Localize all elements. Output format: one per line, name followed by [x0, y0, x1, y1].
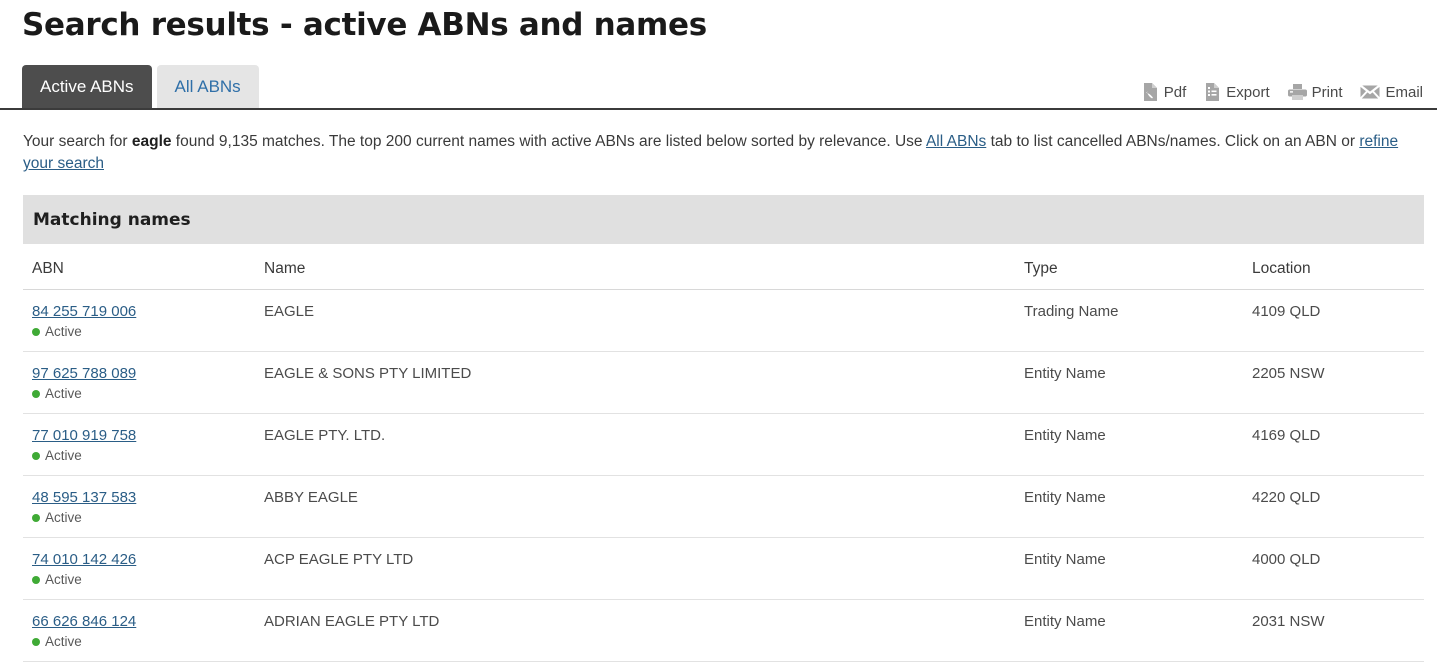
summary-text-2: found 9,135 matches. The top 200 current…	[171, 133, 926, 150]
cell-location: 4109 QLD	[1252, 289, 1424, 352]
cell-name: ACP EAGLE PTY LTD	[264, 537, 1024, 600]
status-badge: Active	[32, 324, 264, 339]
results-table: ABN Name Type Location 84 255 719 006 Ac…	[23, 244, 1424, 662]
cell-type: Entity Name	[1024, 413, 1252, 476]
cell-type: Trading Name	[1024, 289, 1252, 352]
cell-type: Entity Name	[1024, 599, 1252, 662]
export-button[interactable]: Export	[1204, 83, 1270, 101]
status-badge: Active	[32, 386, 264, 401]
tab-all-abns[interactable]: All ABNs	[156, 65, 259, 108]
tab-bar: Active ABNs All ABNs Pdf Export Print Em…	[0, 63, 1437, 110]
status-badge: Active	[32, 572, 264, 587]
results-panel-header: Matching names	[23, 195, 1424, 244]
export-toolbar: Pdf Export Print Email	[1142, 83, 1423, 101]
email-icon	[1360, 84, 1381, 100]
tab-active-abns[interactable]: Active ABNs	[22, 65, 152, 108]
table-row: 97 625 788 089 Active EAGLE & SONS PTY L…	[23, 351, 1424, 414]
status-label: Active	[45, 572, 82, 587]
status-dot-icon	[32, 451, 40, 460]
cell-abn: 66 626 846 124 Active	[23, 599, 264, 662]
cell-name: ADRIAN EAGLE PTY LTD	[264, 599, 1024, 662]
cell-abn: 97 625 788 089 Active	[23, 351, 264, 414]
column-header-location: Location	[1252, 244, 1424, 290]
search-results-page: Search results - active ABNs and names A…	[0, 0, 1437, 662]
table-row: 77 010 919 758 Active EAGLE PTY. LTD. En…	[23, 413, 1424, 476]
cell-abn: 77 010 919 758 Active	[23, 413, 264, 476]
abn-link[interactable]: 48 595 137 583	[32, 489, 136, 506]
cell-location: 2031 NSW	[1252, 599, 1424, 662]
summary-text-1: Your search for	[23, 133, 132, 150]
pdf-icon	[1142, 83, 1159, 101]
page-title: Search results - active ABNs and names	[22, 7, 707, 43]
table-row: 48 595 137 583 Active ABBY EAGLE Entity …	[23, 475, 1424, 538]
summary-text-3: tab to list cancelled ABNs/names. Click …	[986, 133, 1360, 150]
column-header-name: Name	[264, 244, 1024, 290]
table-row: 84 255 719 006 Active EAGLE Trading Name…	[23, 289, 1424, 352]
abn-link[interactable]: 77 010 919 758	[32, 427, 136, 444]
cell-name: EAGLE & SONS PTY LIMITED	[264, 351, 1024, 414]
status-badge: Active	[32, 634, 264, 649]
cell-type: Entity Name	[1024, 351, 1252, 414]
cell-type: Entity Name	[1024, 537, 1252, 600]
status-label: Active	[45, 448, 82, 463]
tab-list: Active ABNs All ABNs	[22, 65, 259, 108]
status-badge: Active	[32, 448, 264, 463]
cell-location: 4000 QLD	[1252, 537, 1424, 600]
table-row: 74 010 142 426 Active ACP EAGLE PTY LTD …	[23, 537, 1424, 600]
abn-link[interactable]: 97 625 788 089	[32, 365, 136, 382]
cell-name: EAGLE	[264, 289, 1024, 352]
cell-name: ABBY EAGLE	[264, 475, 1024, 538]
results-panel: Matching names ABN Name Type Location 84…	[23, 195, 1424, 662]
print-button[interactable]: Print	[1287, 83, 1343, 101]
email-label: Email	[1385, 83, 1423, 101]
status-dot-icon	[32, 637, 40, 646]
cell-abn: 48 595 137 583 Active	[23, 475, 264, 538]
cell-location: 4220 QLD	[1252, 475, 1424, 538]
cell-abn: 74 010 142 426 Active	[23, 537, 264, 600]
table-header-row: ABN Name Type Location	[23, 244, 1424, 290]
cell-abn: 84 255 719 006 Active	[23, 289, 264, 352]
print-label: Print	[1311, 83, 1343, 101]
status-dot-icon	[32, 327, 40, 336]
abn-link[interactable]: 74 010 142 426	[32, 551, 136, 568]
export-icon	[1204, 83, 1221, 101]
cell-location: 2205 NSW	[1252, 351, 1424, 414]
results-table-head: ABN Name Type Location	[23, 244, 1424, 290]
column-header-type: Type	[1024, 244, 1252, 290]
export-label: Export	[1226, 83, 1270, 101]
status-label: Active	[45, 324, 82, 339]
status-dot-icon	[32, 389, 40, 398]
status-label: Active	[45, 634, 82, 649]
all-abns-inline-link[interactable]: All ABNs	[926, 133, 986, 150]
pdf-label: Pdf	[1163, 83, 1187, 101]
cell-type: Entity Name	[1024, 475, 1252, 538]
search-term: eagle	[131, 133, 172, 150]
status-label: Active	[45, 386, 82, 401]
results-table-body: 84 255 719 006 Active EAGLE Trading Name…	[23, 289, 1424, 662]
email-button[interactable]: Email	[1360, 84, 1423, 101]
status-dot-icon	[32, 575, 40, 584]
cell-name: EAGLE PTY. LTD.	[264, 413, 1024, 476]
column-header-abn: ABN	[23, 244, 264, 290]
table-row: 66 626 846 124 Active ADRIAN EAGLE PTY L…	[23, 599, 1424, 662]
abn-link[interactable]: 66 626 846 124	[32, 613, 136, 630]
pdf-button[interactable]: Pdf	[1142, 83, 1187, 101]
cell-location: 4169 QLD	[1252, 413, 1424, 476]
abn-link[interactable]: 84 255 719 006	[32, 303, 136, 320]
status-label: Active	[45, 510, 82, 525]
matching-names-heading: Matching names	[33, 209, 191, 230]
status-badge: Active	[32, 510, 264, 525]
print-icon	[1287, 83, 1307, 101]
search-summary: Your search for eagle found 9,135 matche…	[0, 110, 1437, 175]
status-dot-icon	[32, 513, 40, 522]
